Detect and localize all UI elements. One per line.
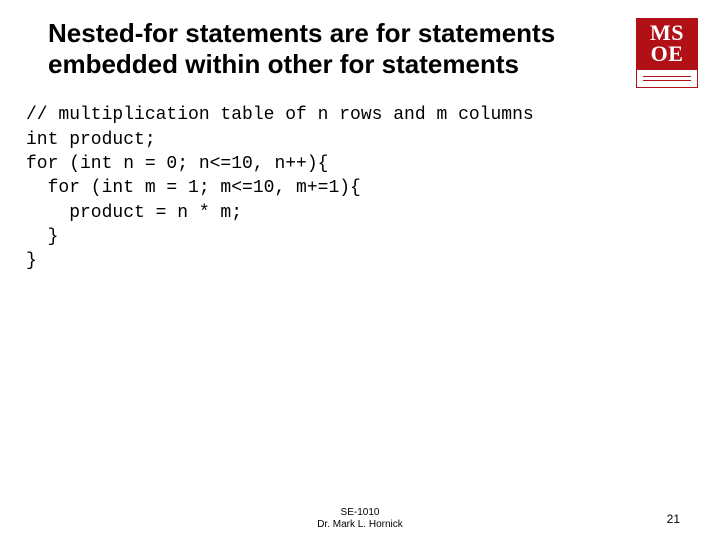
code-line-4: for (int m = 1; m<=10, m+=1){	[26, 178, 361, 198]
code-line-5: product = n * m;	[26, 203, 242, 223]
slide: MS OE Nested-for statements are for stat…	[0, 0, 720, 540]
slide-title: Nested-for statements are for statements…	[48, 18, 690, 79]
logo-bottom	[636, 70, 698, 88]
footer-author: Dr. Mark L. Hornick	[317, 519, 403, 530]
logo-text: MS OE	[650, 23, 684, 65]
footer-course: SE-1010	[341, 507, 380, 518]
logo-line2: OE	[651, 41, 684, 66]
page-number: 21	[667, 512, 680, 526]
code-line-3: for (int n = 0; n<=10, n++){	[26, 154, 328, 174]
code-line-2: int product;	[26, 130, 156, 150]
logo-top: MS OE	[636, 18, 698, 70]
code-line-6: }	[26, 227, 58, 247]
institution-logo: MS OE	[636, 18, 698, 92]
code-block: // multiplication table of n rows and m …	[26, 103, 690, 273]
code-line-7: }	[26, 251, 37, 271]
code-line-1: // multiplication table of n rows and m …	[26, 105, 534, 125]
slide-footer: SE-1010 Dr. Mark L. Hornick	[0, 507, 720, 530]
